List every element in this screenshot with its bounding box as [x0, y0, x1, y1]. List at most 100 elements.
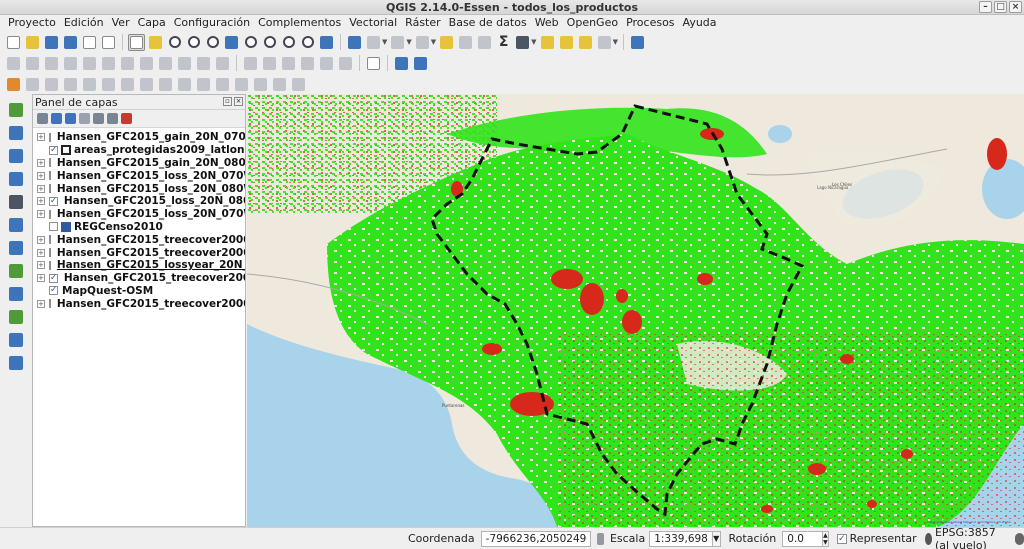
add-mssql-layer-button[interactable] [6, 193, 26, 211]
map-tips-button[interactable] [539, 34, 556, 51]
add-raster-layer-button[interactable] [6, 124, 26, 142]
new-shapefile-button[interactable] [6, 308, 26, 326]
delete-part-button[interactable] [138, 76, 155, 93]
close-panel-button[interactable]: × [234, 97, 243, 106]
menu-proyecto[interactable]: Proyecto [4, 15, 60, 31]
menu-raster[interactable]: Ráster [401, 15, 444, 31]
close-button[interactable]: × [1009, 1, 1022, 13]
show-hide-labels-button[interactable] [280, 55, 297, 72]
new-project-button[interactable] [5, 34, 22, 51]
chevron-down-icon[interactable]: ▼ [406, 38, 411, 46]
attribute-table-button[interactable] [457, 34, 474, 51]
add-ring-button[interactable] [62, 76, 79, 93]
circular-string-button[interactable] [290, 76, 307, 93]
expand-icon[interactable]: + [37, 171, 45, 180]
crs-globe-icon[interactable] [924, 532, 932, 545]
pan-button[interactable] [128, 33, 145, 51]
messages-icon[interactable] [1015, 532, 1024, 545]
manage-visibility-icon[interactable] [79, 113, 90, 124]
expand-icon[interactable] [37, 146, 45, 154]
map-canvas[interactable]: Lago Nicaragua Los Chiles Puntarenas Map… [247, 94, 1024, 527]
reshape-button[interactable] [157, 76, 174, 93]
add-group-icon[interactable] [51, 113, 62, 124]
expand-icon[interactable]: + [37, 299, 45, 308]
help-button[interactable] [629, 34, 646, 51]
layer-visibility-checkbox[interactable] [48, 235, 51, 245]
layer-row[interactable]: + Hansen_GFC2015_treecover2000_20... [33, 233, 245, 246]
menu-configuracion[interactable]: Configuración [170, 15, 254, 31]
paste-features-button[interactable] [176, 55, 193, 72]
zoom-native-button[interactable] [204, 34, 221, 51]
digitize-button[interactable] [5, 76, 22, 93]
delete-ring-button[interactable] [119, 76, 136, 93]
measure-button[interactable] [514, 34, 531, 51]
expand-icon[interactable]: + [37, 184, 45, 193]
menu-procesos[interactable]: Procesos [622, 15, 678, 31]
expand-icon[interactable]: + [37, 133, 45, 142]
undo-button[interactable] [195, 55, 212, 72]
move-label-button[interactable] [299, 55, 316, 72]
show-bookmarks-button[interactable] [577, 34, 594, 51]
new-spatialite-button[interactable] [6, 331, 26, 349]
add-postgis-layer-button[interactable] [6, 147, 26, 165]
add-vector-layer-button[interactable] [6, 101, 26, 119]
layer-visibility-checkbox[interactable] [48, 260, 51, 270]
rotate-button[interactable] [24, 76, 41, 93]
move-feature-button[interactable] [81, 55, 98, 72]
osm-button[interactable] [365, 55, 382, 72]
copy-features-button[interactable] [157, 55, 174, 72]
zoom-in-button[interactable] [166, 34, 183, 51]
menu-edicion[interactable]: Edición [60, 15, 108, 31]
layer-visibility-checkbox[interactable] [48, 299, 51, 309]
float-panel-button[interactable]: ▫ [223, 97, 232, 106]
layer-row[interactable]: ✓ MapQuest-OSM [33, 285, 245, 298]
add-oracle-layer-button[interactable] [6, 354, 26, 372]
menu-web[interactable]: Web [531, 15, 563, 31]
add-spatialite-layer-button[interactable] [6, 170, 26, 188]
save-as-button[interactable] [62, 34, 79, 51]
identify-button[interactable] [346, 34, 363, 51]
menu-ver[interactable]: Ver [108, 15, 134, 31]
add-delimited-text-button[interactable] [6, 285, 26, 303]
expand-icon[interactable]: + [37, 274, 45, 283]
add-wcs-layer-button[interactable] [6, 239, 26, 257]
toggle-extents-icon[interactable] [596, 532, 604, 545]
menu-opengeo[interactable]: OpenGeo [563, 15, 622, 31]
python-console-button[interactable] [393, 55, 410, 72]
redo-button[interactable] [214, 55, 231, 72]
save-edits-button[interactable] [43, 55, 60, 72]
layer-visibility-checkbox[interactable]: ✓ [49, 145, 58, 155]
deselect-button[interactable] [414, 34, 431, 51]
remove-layer-icon[interactable] [121, 113, 132, 124]
menu-ayuda[interactable]: Ayuda [679, 15, 721, 31]
zoom-out-button[interactable] [185, 34, 202, 51]
expand-icon[interactable]: + [37, 248, 45, 257]
layer-row[interactable]: + Hansen_GFC2015_treecover2000_20... [33, 297, 245, 310]
layer-visibility-checkbox[interactable]: ✓ [48, 273, 58, 283]
toggle-editing-button[interactable] [24, 55, 41, 72]
rotate-label-button[interactable] [318, 55, 335, 72]
menu-base-de-datos[interactable]: Base de datos [445, 15, 531, 31]
chevron-down-icon[interactable]: ▼ [431, 38, 436, 46]
refresh-button[interactable] [318, 34, 335, 51]
select-button[interactable] [389, 34, 406, 51]
expand-all-icon[interactable] [93, 113, 104, 124]
open-layer-styling-icon[interactable] [37, 113, 48, 124]
field-calculator-button[interactable] [476, 34, 493, 51]
layer-visibility-checkbox[interactable] [48, 158, 51, 168]
chevron-down-icon[interactable]: ▼ [613, 38, 618, 46]
layer-visibility-checkbox[interactable] [48, 184, 51, 194]
rotate-point-button[interactable] [271, 76, 288, 93]
zoom-last-button[interactable] [280, 34, 297, 51]
menu-vectorial[interactable]: Vectorial [345, 15, 401, 31]
layer-visibility-checkbox[interactable] [48, 209, 51, 219]
expand-icon[interactable]: + [37, 158, 45, 167]
expand-icon[interactable]: + [37, 261, 45, 270]
layer-row[interactable]: + Hansen_GFC2015_treecover2000_20... [33, 246, 245, 259]
change-label-button[interactable] [337, 55, 354, 72]
render-checkbox[interactable]: ✓ [837, 533, 847, 544]
text-annotation-button[interactable] [596, 34, 613, 51]
minimize-button[interactable]: – [979, 1, 992, 13]
expand-icon[interactable] [37, 223, 45, 231]
node-tool-button[interactable] [100, 55, 117, 72]
